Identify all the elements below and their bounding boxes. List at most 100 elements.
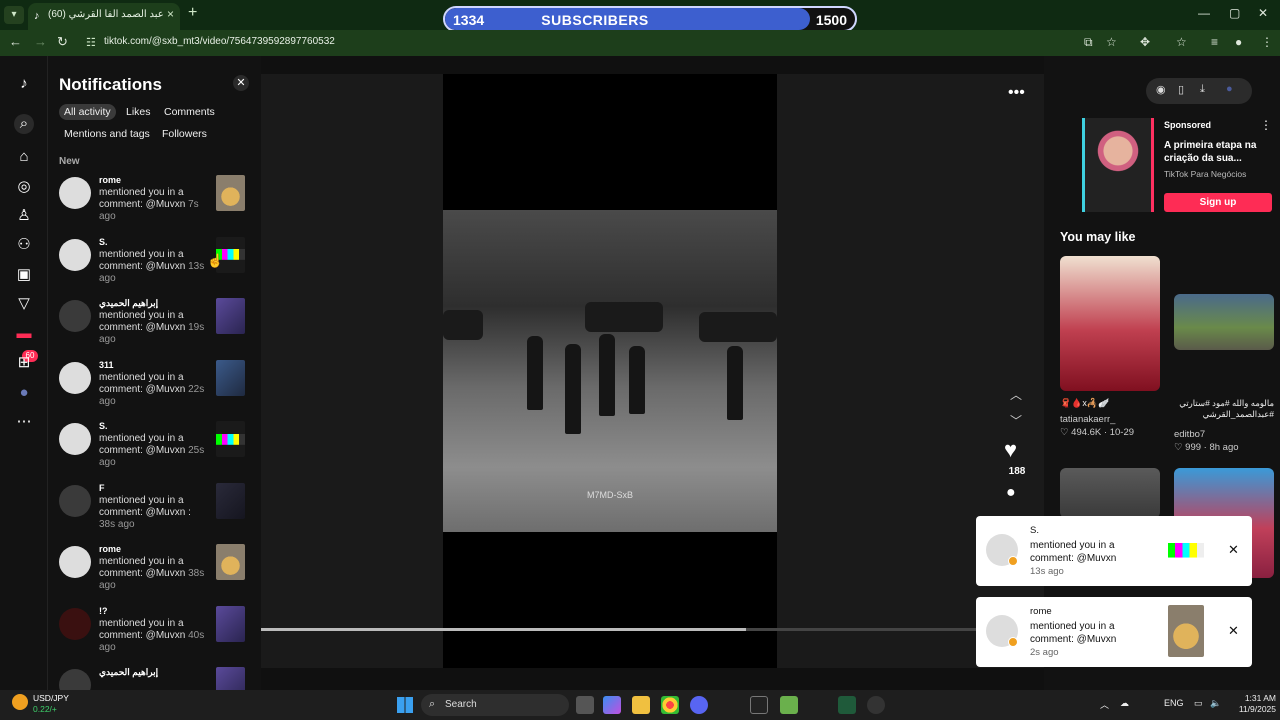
- tiktok-logo-icon[interactable]: ♪: [14, 74, 34, 94]
- network-icon[interactable]: ▭: [1194, 698, 1203, 709]
- next-video-icon[interactable]: ﹀: [1010, 412, 1022, 429]
- notification-item[interactable]: إبراهيم الحميدي mentioned you in a commen…: [49, 292, 261, 350]
- install-app-icon[interactable]: ⧉: [1084, 35, 1093, 50]
- notification-item[interactable]: rome mentioned you in a comment: @Muvxn 3…: [49, 538, 261, 596]
- browser-menu-icon[interactable]: ⋮: [1261, 35, 1273, 49]
- following-icon[interactable]: ♙: [14, 206, 34, 226]
- video-more-options-icon[interactable]: •••: [1008, 84, 1025, 102]
- suggested-video-card[interactable]: [1060, 256, 1160, 391]
- close-window-button[interactable]: ✕: [1258, 6, 1268, 20]
- browser-tab[interactable]: ♪ عبد الصمد الفا القرشي (60) ×: [28, 3, 180, 30]
- ad-more-icon[interactable]: ⋮: [1260, 118, 1272, 132]
- toast-close-icon[interactable]: ✕: [1228, 623, 1239, 639]
- notification-thumbnail[interactable]: [216, 298, 245, 334]
- notification-avatar[interactable]: [59, 423, 91, 455]
- home-icon[interactable]: ⌂: [14, 147, 34, 167]
- compass-icon[interactable]: ◉: [1156, 83, 1166, 96]
- ad-title[interactable]: A primeira etapa na criação da sua...: [1164, 139, 1270, 165]
- card-author[interactable]: tatianakaerr_: [1060, 414, 1115, 425]
- friends-icon[interactable]: ⚇: [14, 235, 34, 255]
- avatar-icon[interactable]: ●: [1226, 83, 1233, 95]
- notification-thumbnail[interactable]: [216, 605, 245, 642]
- notification-user-name[interactable]: F: [99, 483, 105, 493]
- new-tab-button[interactable]: +: [188, 4, 197, 22]
- more-icon[interactable]: ⋯: [14, 412, 34, 432]
- video-player[interactable]: M7MD-SxB: [443, 74, 777, 668]
- language-indicator[interactable]: ENG: [1164, 698, 1184, 708]
- extensions-icon[interactable]: ✥: [1140, 35, 1150, 49]
- download-icon[interactable]: ⤓: [1200, 83, 1205, 96]
- profile-avatar-icon[interactable]: ●: [14, 383, 34, 403]
- notification-item[interactable]: rome mentioned you in a comment: @Muvxn 7…: [49, 169, 261, 227]
- app-icon[interactable]: [780, 696, 798, 714]
- suggested-video-card[interactable]: [1060, 468, 1160, 518]
- notification-thumbnail[interactable]: [216, 544, 245, 580]
- notification-avatar[interactable]: [59, 484, 91, 517]
- notification-item[interactable]: !? mentioned you in a comment: @Muvxn 40s…: [49, 600, 261, 658]
- notification-user-name[interactable]: S.: [99, 237, 108, 247]
- bookmark-star-icon[interactable]: ☆: [1106, 35, 1117, 49]
- notification-avatar[interactable]: [59, 177, 91, 209]
- widget-icon[interactable]: [12, 694, 28, 710]
- profile-icon[interactable]: ●: [1235, 35, 1242, 49]
- notification-user-name[interactable]: إبراهيم الحميدي: [99, 667, 158, 678]
- notification-user-name[interactable]: إبراهيم الحميدي: [99, 298, 158, 309]
- explore-icon[interactable]: ◎: [14, 177, 34, 197]
- notification-item[interactable]: 311 mentioned you in a comment: @Muvxn 22…: [49, 354, 261, 412]
- app-icon[interactable]: [867, 696, 885, 714]
- notification-item[interactable]: S. mentioned you in a comment: @Muvxn 13s…: [49, 231, 261, 289]
- notification-item[interactable]: Fmentioned you in a comment: @Muvxn : 38…: [49, 477, 261, 535]
- tray-overflow-icon[interactable]: ︿: [1100, 698, 1109, 711]
- minimize-button[interactable]: —: [1198, 6, 1210, 20]
- windows-start-icon[interactable]: [397, 697, 413, 713]
- notification-user-name[interactable]: !?: [99, 606, 108, 616]
- notification-thumbnail[interactable]: [216, 175, 245, 211]
- comment-icon[interactable]: ●: [1006, 484, 1016, 502]
- card-author[interactable]: editbo7: [1174, 429, 1205, 440]
- notification-avatar[interactable]: [59, 300, 91, 332]
- search-icon[interactable]: ⌕: [14, 114, 34, 134]
- taskbar-date[interactable]: 11/9/2025: [1226, 704, 1276, 714]
- favorites-icon[interactable]: ☆: [1176, 35, 1187, 49]
- notification-user-name[interactable]: rome: [99, 175, 121, 185]
- notification-thumbnail[interactable]: [216, 359, 245, 396]
- notification-user-name[interactable]: S.: [99, 421, 108, 431]
- chrome-icon[interactable]: [661, 696, 679, 714]
- filter-likes[interactable]: Likes: [121, 104, 156, 120]
- volume-icon[interactable]: 🔈: [1210, 698, 1221, 709]
- url-field[interactable]: tiktok.com/@sxb_mt3/video/75647395928977…: [104, 36, 335, 47]
- copilot-icon[interactable]: [603, 696, 621, 714]
- notification-thumbnail[interactable]: [216, 421, 245, 457]
- reading-list-icon[interactable]: ≡: [1211, 35, 1218, 49]
- tab-close-icon[interactable]: ×: [167, 7, 174, 21]
- notification-avatar[interactable]: [59, 607, 91, 640]
- like-heart-icon[interactable]: ♥: [1004, 437, 1017, 463]
- back-icon[interactable]: ←: [9, 34, 22, 49]
- suggested-video-card[interactable]: [1174, 294, 1274, 350]
- forward-icon[interactable]: →: [34, 34, 47, 49]
- previous-video-icon[interactable]: ︿: [1010, 386, 1022, 403]
- notification-avatar[interactable]: [59, 546, 91, 578]
- cloud-icon[interactable]: ☁: [1120, 698, 1129, 709]
- task-view-icon[interactable]: [576, 696, 594, 714]
- filter-followers[interactable]: Followers: [157, 126, 212, 142]
- toast-close-icon[interactable]: ✕: [1228, 542, 1239, 558]
- toast-notification[interactable]: S. mentioned you in a comment: @Muvxn 13…: [976, 516, 1252, 586]
- filter-mentions-and-tags[interactable]: Mentions and tags: [59, 126, 155, 142]
- notification-item[interactable]: S. mentioned you in a comment: @Muvxn 25s…: [49, 415, 261, 473]
- notification-thumbnail[interactable]: [216, 482, 245, 519]
- video-progress-bar[interactable]: [261, 628, 1044, 631]
- live-icon[interactable]: ▣: [14, 265, 34, 285]
- filter-all-activity[interactable]: All activity: [59, 104, 116, 120]
- taskbar-search[interactable]: ⌕ Search: [421, 694, 569, 716]
- signup-button[interactable]: Sign up: [1164, 193, 1272, 212]
- activity-icon[interactable]: ▽: [14, 294, 34, 314]
- filter-comments[interactable]: Comments: [159, 104, 220, 120]
- taskbar-time[interactable]: 1:31 AM: [1232, 693, 1276, 703]
- file-explorer-icon[interactable]: [632, 696, 650, 714]
- discord-icon[interactable]: [690, 696, 708, 714]
- tab-search-dropdown[interactable]: ▾: [4, 6, 24, 24]
- notification-user-name[interactable]: rome: [99, 544, 121, 554]
- toast-notification[interactable]: rome mentioned you in a comment: @Muvxn …: [976, 597, 1252, 667]
- notification-avatar[interactable]: [59, 361, 91, 394]
